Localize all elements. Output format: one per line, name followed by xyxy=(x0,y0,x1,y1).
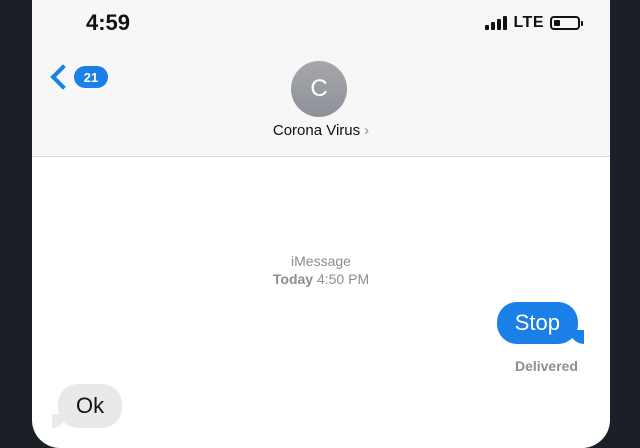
conversation-meta: iMessage Today 4:50 PM xyxy=(32,252,610,288)
unread-count-badge: 21 xyxy=(74,66,108,88)
contact-name: Corona Virus xyxy=(272,122,361,139)
conversation-header: 4:59 LTE 21 C Corona Virus › xyxy=(32,0,610,157)
status-indicators: LTE xyxy=(485,14,583,32)
chevron-left-icon xyxy=(50,64,76,90)
contact-name-button[interactable]: Corona Virus › xyxy=(32,122,610,139)
signal-icon xyxy=(485,16,508,30)
service-label: iMessage xyxy=(291,253,351,269)
delivered-status: Delivered xyxy=(514,358,578,374)
status-time: 4:59 xyxy=(86,10,131,35)
avatar[interactable]: C xyxy=(291,61,347,117)
chevron-right-icon: › xyxy=(364,122,370,139)
back-button[interactable]: 21 xyxy=(48,64,108,90)
outgoing-message-bubble[interactable]: Stop xyxy=(496,302,585,344)
incoming-message-bubble[interactable]: Ok xyxy=(51,384,123,428)
battery-icon xyxy=(550,16,583,30)
phone-screen: 4:59 LTE 21 C Corona Virus › iMessage Tod… xyxy=(32,0,610,448)
timestamp: Today 4:50 PM xyxy=(272,271,370,287)
network-label: LTE xyxy=(513,14,544,31)
